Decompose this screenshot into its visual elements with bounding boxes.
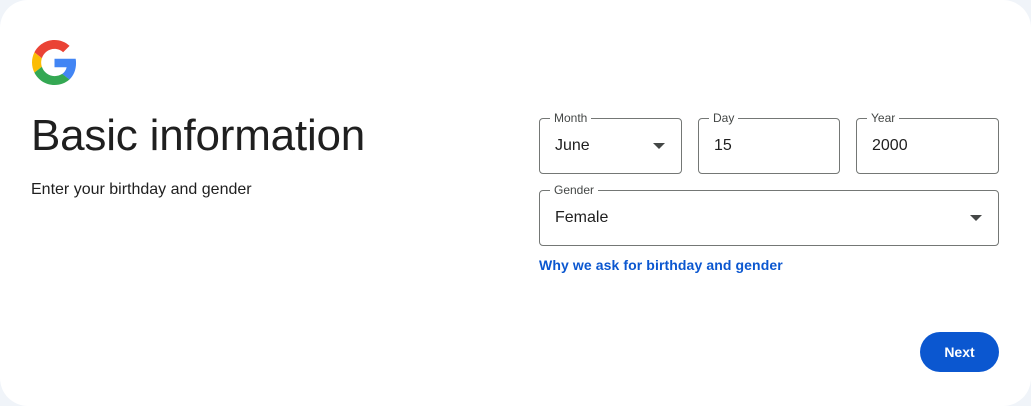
- day-value: 15: [714, 137, 732, 154]
- page-title: Basic information: [31, 111, 366, 160]
- why-we-ask-link[interactable]: Why we ask for birthday and gender: [539, 256, 783, 274]
- chevron-down-icon: [970, 215, 982, 221]
- month-value: June: [555, 137, 590, 154]
- gender-select[interactable]: Gender Female: [539, 182, 999, 246]
- signup-card: Basic information Enter your birthday an…: [0, 0, 1031, 406]
- page-subtitle: Enter your birthday and gender: [31, 181, 252, 198]
- year-label: Year: [867, 110, 900, 126]
- year-input[interactable]: Year 2000: [856, 110, 999, 174]
- next-button[interactable]: Next: [920, 332, 999, 372]
- gender-label: Gender: [550, 182, 599, 198]
- year-value: 2000: [872, 137, 908, 154]
- day-input[interactable]: Day 15: [698, 110, 840, 174]
- chevron-down-icon: [653, 143, 665, 149]
- day-label: Day: [709, 110, 739, 126]
- gender-value: Female: [555, 209, 609, 226]
- google-logo-icon: [32, 40, 77, 85]
- month-select[interactable]: Month June: [539, 110, 682, 174]
- month-label: Month: [550, 110, 592, 126]
